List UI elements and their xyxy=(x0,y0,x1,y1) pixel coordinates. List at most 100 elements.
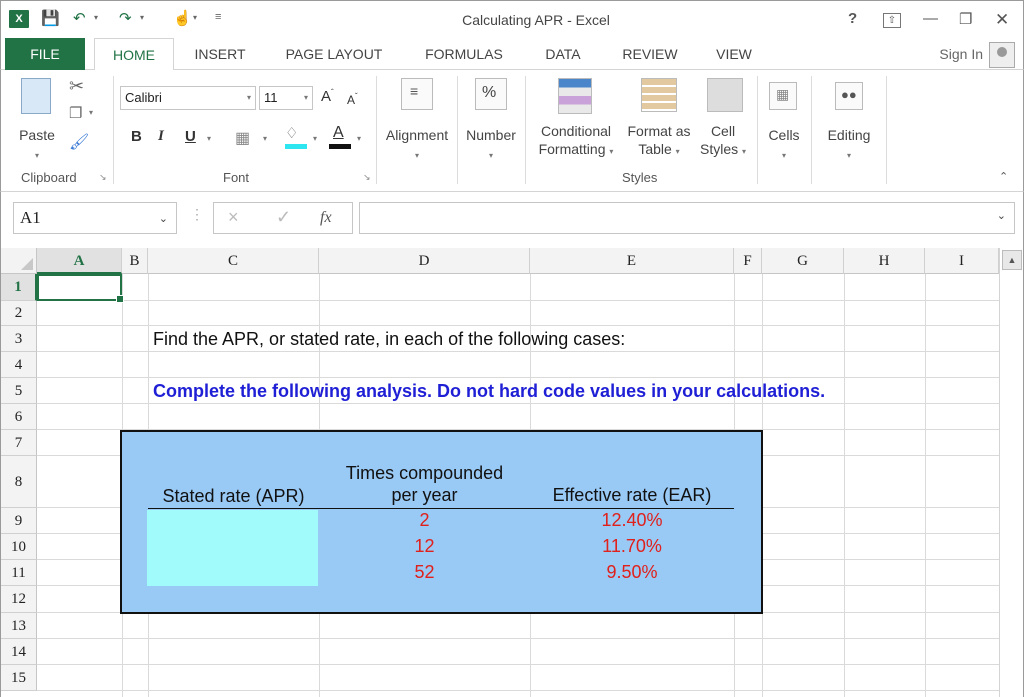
user-avatar-icon[interactable] xyxy=(989,42,1015,68)
gridline xyxy=(37,403,999,404)
sign-in-link[interactable]: Sign In xyxy=(939,46,983,62)
column-header-f[interactable]: F xyxy=(734,248,762,274)
cut-icon[interactable]: ✂ xyxy=(69,76,84,97)
insert-function-icon[interactable]: fx xyxy=(320,209,332,227)
number-format-icon[interactable]: % xyxy=(475,78,507,110)
font-color-button[interactable]: A xyxy=(333,124,344,142)
tab-review[interactable]: REVIEW xyxy=(607,38,693,70)
tab-file[interactable]: FILE xyxy=(5,38,85,70)
column-header-e[interactable]: E xyxy=(530,248,734,274)
row-header-2[interactable]: 2 xyxy=(1,301,37,326)
font-name-select[interactable]: Calibri▾ xyxy=(120,86,256,110)
cell-styles-button[interactable]: CellStyles ▾ xyxy=(693,122,753,161)
tab-data[interactable]: DATA xyxy=(531,38,595,70)
number-button[interactable]: Number▾ xyxy=(459,126,523,165)
format-as-table-button[interactable]: Format asTable ▾ xyxy=(623,122,695,161)
conditional-formatting-icon[interactable] xyxy=(558,78,592,114)
cell-styles-icon[interactable] xyxy=(707,78,743,112)
column-header-b[interactable]: B xyxy=(122,248,148,274)
times-value[interactable]: 2 xyxy=(319,510,530,531)
times-value[interactable]: 52 xyxy=(319,562,530,583)
row-header-13[interactable]: 13 xyxy=(1,613,37,639)
format-painter-icon[interactable]: 🖌 xyxy=(69,132,89,152)
gridline xyxy=(37,351,999,352)
separator xyxy=(811,76,812,184)
worksheet-grid[interactable]: A B C D E F G H I 1 2 3 4 5 6 7 8 9 10 1… xyxy=(0,248,1024,697)
row-header-5[interactable]: 5 xyxy=(1,378,37,404)
copy-icon[interactable]: ❐ xyxy=(69,104,82,122)
gridline xyxy=(844,274,845,697)
restore-icon[interactable]: ❐ xyxy=(959,10,972,28)
copy-dropdown-icon[interactable]: ▾ xyxy=(89,108,93,117)
format-as-table-icon[interactable] xyxy=(641,78,677,112)
column-header-h[interactable]: H xyxy=(844,248,925,274)
row-header-10[interactable]: 10 xyxy=(1,534,37,560)
bold-button[interactable]: B xyxy=(131,128,142,145)
row-header-14[interactable]: 14 xyxy=(1,639,37,665)
grow-font-button[interactable]: Aˆ xyxy=(321,88,334,105)
tab-view[interactable]: VIEW xyxy=(704,38,764,70)
fill-color-icon[interactable]: ♢ xyxy=(285,124,298,142)
underline-dropdown-icon[interactable]: ▾ xyxy=(207,134,211,143)
close-icon[interactable]: ✕ xyxy=(995,10,1009,30)
alignment-icon[interactable]: ≡ xyxy=(401,78,433,110)
apr-input-cells[interactable] xyxy=(147,510,318,586)
paste-button[interactable]: Paste▾ xyxy=(15,126,59,165)
font-color-dropdown-icon[interactable]: ▾ xyxy=(357,134,361,143)
row-header-4[interactable]: 4 xyxy=(1,352,37,378)
borders-icon[interactable]: ▦ xyxy=(235,128,250,148)
row-header-6[interactable]: 6 xyxy=(1,404,37,430)
row-header-8[interactable]: 8 xyxy=(1,456,37,508)
ear-value[interactable]: 12.40% xyxy=(530,510,734,531)
cells-button[interactable]: Cells▾ xyxy=(759,126,809,165)
column-header-a[interactable]: A xyxy=(37,248,122,274)
borders-dropdown-icon[interactable]: ▾ xyxy=(263,134,267,143)
column-header-g[interactable]: G xyxy=(762,248,844,274)
active-cell-a1[interactable] xyxy=(37,274,122,301)
times-value[interactable]: 12 xyxy=(319,536,530,557)
vertical-scrollbar[interactable]: ▲ xyxy=(999,248,1023,697)
collapse-ribbon-icon[interactable]: ⌃ xyxy=(999,170,1008,183)
underline-button[interactable]: U xyxy=(185,128,196,145)
font-size-select[interactable]: 11▾ xyxy=(259,86,313,110)
cells-icon[interactable]: ▦ xyxy=(769,82,797,110)
select-all-button[interactable] xyxy=(1,248,37,274)
italic-button[interactable]: I xyxy=(158,128,164,145)
separator xyxy=(757,76,758,184)
alignment-button[interactable]: Alignment▾ xyxy=(379,126,455,165)
tab-formulas[interactable]: FORMULAS xyxy=(409,38,519,70)
tab-home[interactable]: HOME xyxy=(94,38,174,71)
minimize-icon[interactable]: — xyxy=(923,10,938,27)
column-header-i[interactable]: I xyxy=(925,248,999,274)
row-header-15[interactable]: 15 xyxy=(1,665,37,691)
row-header-7[interactable]: 7 xyxy=(1,430,37,456)
formula-input[interactable]: ⌄ xyxy=(359,202,1015,234)
fill-color-dropdown-icon[interactable]: ▾ xyxy=(313,134,317,143)
scroll-up-icon[interactable]: ▲ xyxy=(1002,250,1022,270)
row-header-12[interactable]: 12 xyxy=(1,586,37,613)
row-header-11[interactable]: 11 xyxy=(1,560,37,586)
conditional-formatting-button[interactable]: ConditionalFormatting ▾ xyxy=(529,122,623,161)
header-ear: Effective rate (EAR) xyxy=(530,484,734,506)
formula-bar-grip-icon[interactable]: ⋮ xyxy=(190,206,204,223)
binoculars-icon[interactable]: ●● xyxy=(835,82,863,110)
row-header-3[interactable]: 3 xyxy=(1,326,37,352)
paste-icon[interactable] xyxy=(21,78,51,114)
column-header-c[interactable]: C xyxy=(148,248,319,274)
tab-insert[interactable]: INSERT xyxy=(183,38,257,70)
row-header-1[interactable]: 1 xyxy=(1,274,37,301)
editing-button[interactable]: Editing▾ xyxy=(819,126,879,165)
name-box[interactable]: A1⌄ xyxy=(13,202,177,234)
ear-value[interactable]: 11.70% xyxy=(530,536,734,557)
row-header-9[interactable]: 9 xyxy=(1,508,37,534)
ribbon-display-options-icon[interactable]: ⇧ xyxy=(883,13,901,28)
enter-icon[interactable]: ✓ xyxy=(276,207,291,228)
column-header-d[interactable]: D xyxy=(319,248,530,274)
shrink-font-button[interactable]: Aˇ xyxy=(347,92,358,107)
tab-page-layout[interactable]: PAGE LAYOUT xyxy=(271,38,397,70)
cancel-icon[interactable]: × xyxy=(228,207,239,228)
help-icon[interactable]: ? xyxy=(848,10,857,27)
ear-value[interactable]: 9.50% xyxy=(530,562,734,583)
font-launcher-icon[interactable]: ↘ xyxy=(363,172,371,183)
clipboard-launcher-icon[interactable]: ↘ xyxy=(99,172,107,183)
